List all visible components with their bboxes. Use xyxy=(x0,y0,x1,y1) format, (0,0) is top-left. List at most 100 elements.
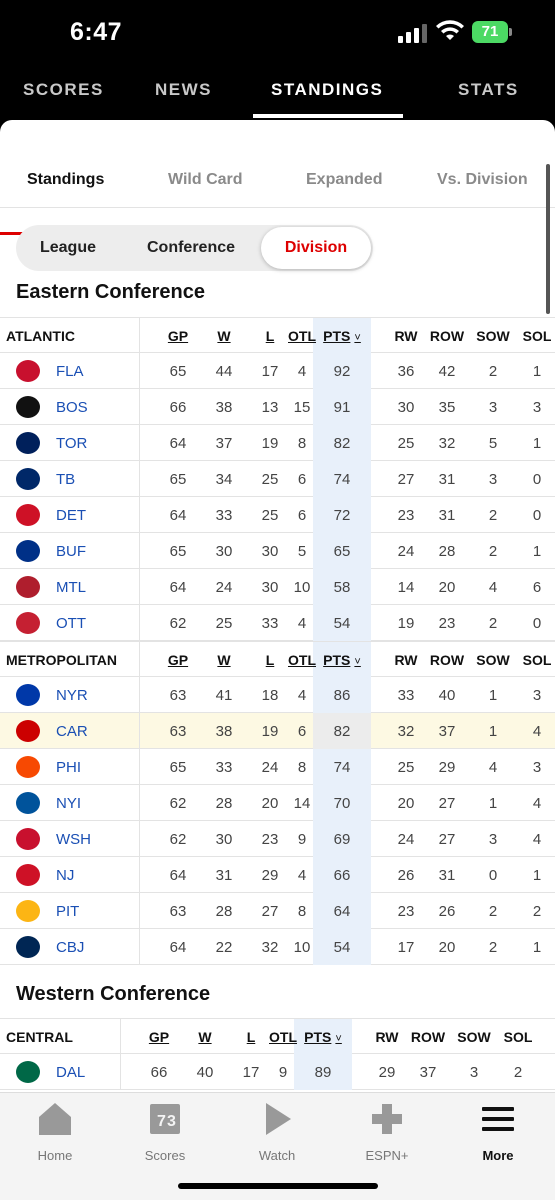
team-row[interactable]: NYR 63 41 18 4 86 33 40 1 3 xyxy=(0,677,555,713)
team-cell: FLA xyxy=(0,353,140,389)
team-row[interactable]: MTL 64 24 30 10 58 14 20 4 6 xyxy=(0,569,555,605)
team-row[interactable]: DAL 66 40 17 9 89 29 37 3 2 xyxy=(0,1054,555,1090)
stat-rw: 23 xyxy=(397,903,415,920)
segment-division[interactable]: Division xyxy=(261,227,371,269)
column-header-rw[interactable]: RW xyxy=(384,652,428,668)
team-row[interactable]: FLA 65 44 17 4 92 36 42 2 1 xyxy=(0,353,555,389)
column-header-sol[interactable]: SOL xyxy=(515,652,555,668)
team-cell: NYI xyxy=(0,785,140,821)
stat-otl: 10 xyxy=(293,939,311,956)
subtab-expanded[interactable]: Expanded xyxy=(306,171,382,189)
team-abbr-link[interactable]: DAL xyxy=(56,1064,85,1081)
segment-league[interactable]: League xyxy=(20,225,116,271)
team-abbr-link[interactable]: BUF xyxy=(56,543,86,560)
subtab-wild-card[interactable]: Wild Card xyxy=(168,171,243,189)
column-header-sow[interactable]: SOW xyxy=(471,652,515,668)
team-abbr-link[interactable]: DET xyxy=(56,507,86,524)
team-abbr-link[interactable]: CBJ xyxy=(56,939,84,956)
division-name-cell: METROPOLITAN xyxy=(0,642,140,678)
column-header-sow[interactable]: SOW xyxy=(471,328,515,344)
team-abbr-link[interactable]: CAR xyxy=(56,723,88,740)
team-row[interactable]: DET 64 33 25 6 72 23 31 2 0 xyxy=(0,497,555,533)
column-header-sow[interactable]: SOW xyxy=(452,1029,496,1045)
column-header-row[interactable]: ROW xyxy=(406,1029,450,1045)
subtab-vs-division[interactable]: Vs. Division xyxy=(437,171,528,189)
column-header-pts[interactable]: PTS ˅ xyxy=(313,328,371,344)
tab-stats[interactable]: STATS xyxy=(458,80,519,100)
segment-conference[interactable]: Conference xyxy=(126,225,256,271)
column-header-sol[interactable]: SOL xyxy=(515,328,555,344)
column-header-gp[interactable]: GP xyxy=(156,652,200,668)
column-header-gp[interactable]: GP xyxy=(156,328,200,344)
stat-sow: 2 xyxy=(488,543,498,560)
grouping-segmented-control: League Conference Division xyxy=(16,225,373,271)
team-abbr-link[interactable]: NYI xyxy=(56,795,81,812)
tab-standings[interactable]: STANDINGS xyxy=(271,80,383,100)
nav-watch[interactable]: Watch xyxy=(232,1101,322,1163)
team-abbr-link[interactable]: PHI xyxy=(56,759,81,776)
column-header-sol[interactable]: SOL xyxy=(496,1029,540,1045)
stat-row: 42 xyxy=(438,363,456,380)
team-cell: CAR xyxy=(0,713,140,749)
scrollbar[interactable] xyxy=(546,164,550,314)
team-row[interactable]: NYI 62 28 20 14 70 20 27 1 4 xyxy=(0,785,555,821)
team-abbr-link[interactable]: TB xyxy=(56,471,75,488)
team-row[interactable]: CAR 63 38 19 6 82 32 37 1 4 xyxy=(0,713,555,749)
team-abbr-link[interactable]: TOR xyxy=(56,435,87,452)
team-row[interactable]: CBJ 64 22 32 10 54 17 20 2 1 xyxy=(0,929,555,965)
column-header-gp[interactable]: GP xyxy=(137,1029,181,1045)
tab-scores[interactable]: SCORES xyxy=(23,80,104,100)
stat-sow: 3 xyxy=(488,831,498,848)
stat-w: 24 xyxy=(215,579,233,596)
column-header-rw[interactable]: RW xyxy=(365,1029,409,1045)
column-header-rw[interactable]: RW xyxy=(384,328,428,344)
stat-w: 28 xyxy=(215,903,233,920)
menu-icon xyxy=(482,1107,514,1131)
team-abbr-link[interactable]: BOS xyxy=(56,399,88,416)
stat-w: 25 xyxy=(215,615,233,632)
stat-rw: 25 xyxy=(397,435,415,452)
team-abbr-link[interactable]: MTL xyxy=(56,579,86,596)
stat-pts: 86 xyxy=(333,687,351,704)
column-header-label: SOW xyxy=(457,1029,491,1045)
team-row[interactable]: PIT 63 28 27 8 64 23 26 2 2 xyxy=(0,893,555,929)
team-cell: NJ xyxy=(0,857,140,893)
team-abbr-link[interactable]: OTT xyxy=(56,615,86,632)
team-row[interactable]: TOR 64 37 19 8 82 25 32 5 1 xyxy=(0,425,555,461)
team-abbr-link[interactable]: FLA xyxy=(56,363,84,380)
stat-otl: 8 xyxy=(297,435,307,452)
column-header-w[interactable]: W xyxy=(202,328,246,344)
eastern-conference-title: Eastern Conference xyxy=(16,281,205,303)
team-row[interactable]: PHI 65 33 24 8 74 25 29 4 3 xyxy=(0,749,555,785)
nav-more[interactable]: More xyxy=(453,1101,543,1163)
team-abbr-link[interactable]: NYR xyxy=(56,687,88,704)
stat-sow: 1 xyxy=(488,795,498,812)
nav-espn-plus[interactable]: ESPN+ xyxy=(342,1101,432,1163)
stat-row: 27 xyxy=(438,831,456,848)
scoreboard-icon: 73 xyxy=(150,1104,180,1134)
team-row[interactable]: NJ 64 31 29 4 66 26 31 0 1 xyxy=(0,857,555,893)
nav-home[interactable]: Home xyxy=(10,1101,100,1163)
column-header-row[interactable]: ROW xyxy=(425,328,469,344)
team-row[interactable]: OTT 62 25 33 4 54 19 23 2 0 xyxy=(0,605,555,641)
team-abbr-link[interactable]: PIT xyxy=(56,903,79,920)
stat-rw: 29 xyxy=(378,1064,396,1081)
team-abbr-link[interactable]: WSH xyxy=(56,831,91,848)
team-abbr-link[interactable]: NJ xyxy=(56,867,74,884)
team-row[interactable]: WSH 62 30 23 9 69 24 27 3 4 xyxy=(0,821,555,857)
stat-rw: 30 xyxy=(397,399,415,416)
team-row[interactable]: BOS 66 38 13 15 91 30 35 3 3 xyxy=(0,389,555,425)
team-row[interactable]: TB 65 34 25 6 74 27 31 3 0 xyxy=(0,461,555,497)
tab-news[interactable]: NEWS xyxy=(155,80,212,100)
team-row[interactable]: BUF 65 30 30 5 65 24 28 2 1 xyxy=(0,533,555,569)
column-header-w[interactable]: W xyxy=(183,1029,227,1045)
column-header-pts[interactable]: PTS ˅ xyxy=(294,1029,352,1045)
nav-scores[interactable]: 73 Scores xyxy=(120,1101,210,1163)
subtab-standings[interactable]: Standings xyxy=(27,171,104,189)
column-header-pts[interactable]: PTS ˅ xyxy=(313,652,371,668)
column-header-row[interactable]: ROW xyxy=(425,652,469,668)
column-header-w[interactable]: W xyxy=(202,652,246,668)
stat-otl: 15 xyxy=(293,399,311,416)
stat-sow: 2 xyxy=(488,363,498,380)
stat-w: 33 xyxy=(215,759,233,776)
